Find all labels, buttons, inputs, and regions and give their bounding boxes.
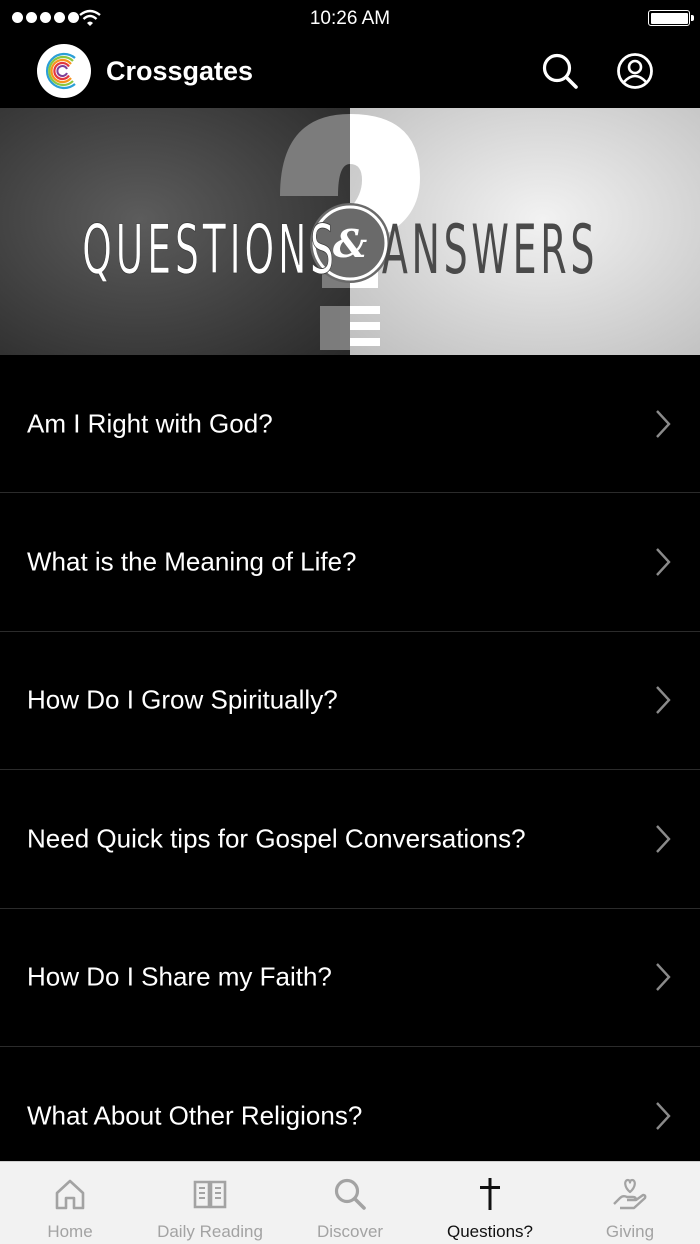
tab-label: Daily Reading: [157, 1222, 263, 1241]
tab-label: Questions?: [447, 1222, 533, 1241]
list-item-label: Need Quick tips for Gospel Conversations…: [27, 823, 526, 854]
list-item[interactable]: What is the Meaning of Life?: [0, 493, 700, 632]
app-header: Crossgates: [0, 36, 700, 108]
chevron-right-icon: [656, 686, 671, 715]
account-button[interactable]: [616, 52, 654, 90]
list-item-label: What About Other Religions?: [27, 1100, 363, 1131]
tab-discover[interactable]: Discover: [280, 1162, 420, 1244]
home-icon: [55, 1179, 85, 1210]
questions-list: Am I Right with God? What is the Meaning…: [0, 355, 700, 1186]
search-button[interactable]: [541, 52, 579, 90]
banner-ampersand: &: [333, 221, 367, 266]
status-bar: 10:26 AM: [0, 0, 700, 36]
tab-giving[interactable]: Giving: [560, 1162, 700, 1244]
app-logo[interactable]: [37, 44, 91, 98]
book-icon: [193, 1180, 227, 1209]
list-item-label: Am I Right with God?: [27, 408, 273, 439]
tab-label: Discover: [316, 1222, 384, 1241]
chevron-right-icon: [656, 963, 671, 992]
battery-icon: [648, 10, 694, 26]
list-item-label: How Do I Share my Faith?: [27, 961, 332, 992]
list-item[interactable]: Need Quick tips for Gospel Conversations…: [0, 770, 700, 909]
list-item[interactable]: How Do I Grow Spiritually?: [0, 632, 700, 771]
list-item[interactable]: How Do I Share my Faith?: [0, 909, 700, 1047]
user-profile-icon: [617, 53, 653, 89]
chevron-right-icon: [656, 409, 671, 438]
cross-icon: [480, 1178, 500, 1210]
app-title: Crossgates: [106, 56, 254, 86]
chevron-right-icon: [656, 825, 671, 853]
list-item[interactable]: Am I Right with God?: [0, 355, 700, 494]
list-item-label: What is the Meaning of Life?: [27, 546, 357, 577]
banner-questions-text: QUESTIONS: [82, 210, 338, 289]
tab-daily-reading[interactable]: Daily Reading: [140, 1162, 280, 1244]
status-time: 10:26 AM: [309, 8, 391, 29]
giving-hand-icon: [613, 1178, 647, 1210]
tab-bar: Home Daily Reading Discover Questions? G…: [0, 1161, 700, 1244]
list-item-label: How Do I Grow Spiritually?: [27, 684, 338, 715]
search-icon: [542, 53, 578, 89]
chevron-right-icon: [656, 1101, 671, 1130]
questions-answers-banner: & QUESTIONS ANSWERS: [0, 108, 700, 355]
tab-home[interactable]: Home: [0, 1162, 140, 1244]
search-icon: [334, 1178, 366, 1210]
tab-questions[interactable]: Questions?: [420, 1162, 560, 1244]
tab-label: Home: [47, 1222, 93, 1241]
chevron-right-icon: [656, 548, 671, 576]
tab-label: Giving: [605, 1222, 655, 1241]
banner-answers-text: ANSWERS: [382, 210, 598, 289]
